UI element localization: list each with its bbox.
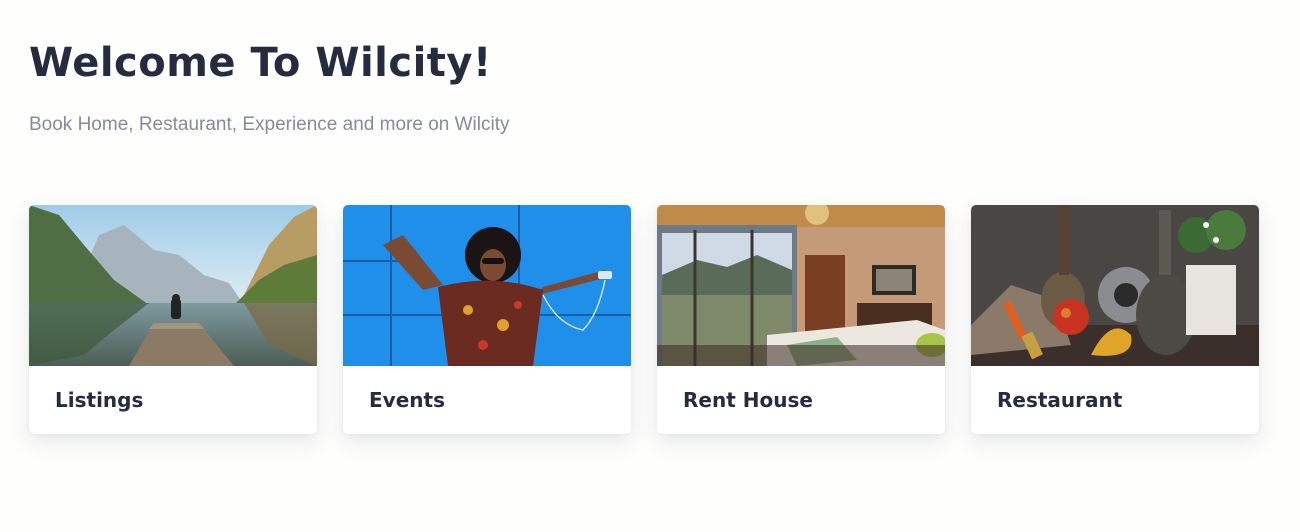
woman-dancing-blue-wall-photo: [343, 205, 631, 366]
mountain-lake-photo: [29, 205, 317, 366]
category-card-restaurant[interactable]: Restaurant: [971, 205, 1259, 434]
page-subtitle: Book Home, Restaurant, Experience and mo…: [29, 114, 510, 135]
category-card-listings[interactable]: Listings: [29, 205, 317, 434]
card-label: Restaurant: [997, 388, 1123, 412]
category-cards: Listings Events Rent House Restaurant: [29, 205, 1259, 434]
still-life-fruit-bottles-photo: [971, 205, 1259, 366]
card-label: Listings: [55, 388, 144, 412]
category-card-events[interactable]: Events: [343, 205, 631, 434]
bedroom-mountain-view-photo: [657, 205, 945, 366]
page-title: Welcome To Wilcity!: [29, 40, 492, 86]
card-label: Events: [369, 388, 445, 412]
card-label: Rent House: [683, 388, 813, 412]
category-card-rent-house[interactable]: Rent House: [657, 205, 945, 434]
